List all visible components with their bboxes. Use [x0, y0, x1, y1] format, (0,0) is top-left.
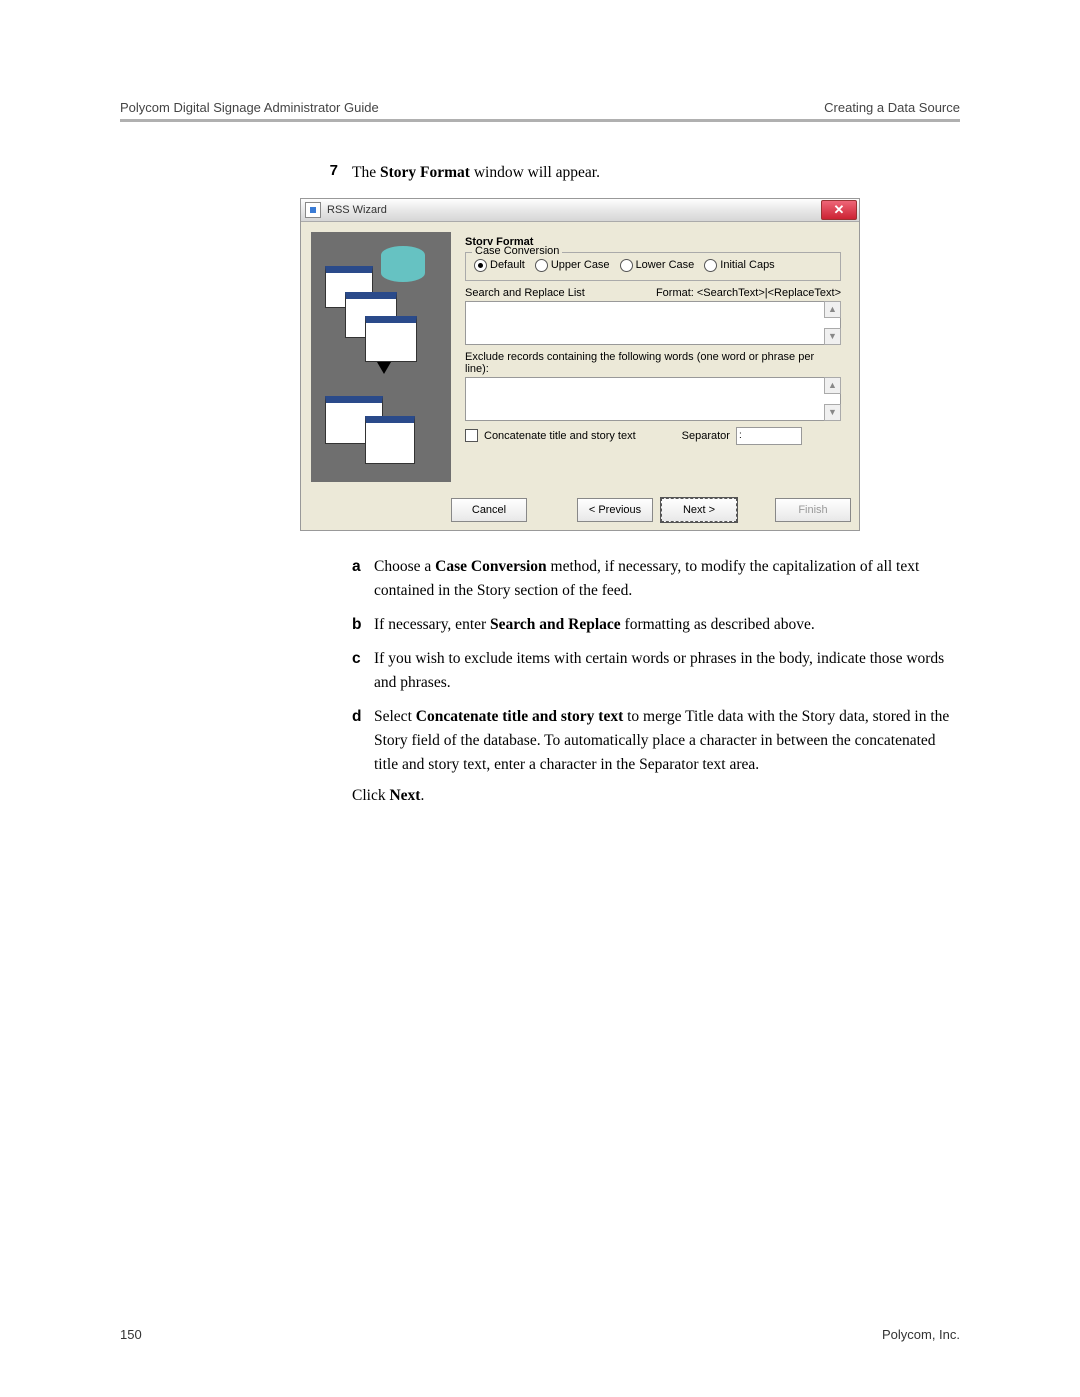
page-number: 150: [120, 1327, 142, 1342]
next-button[interactable]: Next >: [661, 498, 737, 522]
finish-button[interactable]: Finish: [775, 498, 851, 522]
radio-default[interactable]: Default: [474, 259, 525, 272]
app-icon: [305, 202, 321, 218]
step-text: The Story Format window will appear.: [352, 162, 600, 184]
format-hint: Format: <SearchText>|<ReplaceText>: [656, 287, 841, 299]
search-replace-textarea[interactable]: ▲▼: [465, 301, 841, 345]
sub-b-text: If necessary, enter Search and Replace f…: [374, 613, 960, 637]
scroll-down-icon[interactable]: ▼: [824, 404, 841, 421]
close-icon[interactable]: ✕: [821, 200, 857, 220]
separator-input[interactable]: :: [736, 427, 802, 445]
click-next: Click Next.: [352, 787, 960, 805]
separator-label: Separator: [682, 430, 730, 442]
sub-a-letter: a: [352, 555, 374, 603]
sub-c-letter: c: [352, 647, 374, 695]
radio-lower[interactable]: Lower Case: [620, 259, 695, 272]
doc-title: Polycom Digital Signage Administrator Gu…: [120, 100, 379, 115]
concat-checkbox[interactable]: [465, 429, 478, 442]
sub-d-letter: d: [352, 705, 374, 777]
titlebar: RSS Wizard ✕: [301, 199, 859, 222]
scroll-up-icon[interactable]: ▲: [824, 301, 841, 318]
previous-button[interactable]: < Previous: [577, 498, 653, 522]
wizard-sidebar-graphic: [311, 232, 451, 482]
scroll-down-icon[interactable]: ▼: [824, 328, 841, 345]
concat-label: Concatenate title and story text: [484, 430, 636, 442]
scroll-up-icon[interactable]: ▲: [824, 377, 841, 394]
exclude-textarea[interactable]: ▲▼: [465, 377, 841, 421]
search-replace-label: Search and Replace List: [465, 287, 585, 299]
radio-upper[interactable]: Upper Case: [535, 259, 610, 272]
exclude-label: Exclude records containing the following…: [465, 351, 841, 375]
header-rule: [120, 119, 960, 122]
company: Polycom, Inc.: [882, 1327, 960, 1342]
sub-a-text: Choose a Case Conversion method, if nece…: [374, 555, 960, 603]
screenshot-rss-wizard: RSS Wizard✕ Story Format Case Conversion…: [300, 198, 860, 531]
case-conv-legend: Case Conversion: [472, 245, 562, 257]
sub-b-letter: b: [352, 613, 374, 637]
radio-initial[interactable]: Initial Caps: [704, 259, 774, 272]
sub-d-text: Select Concatenate title and story text …: [374, 705, 960, 777]
section-title: Creating a Data Source: [824, 100, 960, 115]
cancel-button[interactable]: Cancel: [451, 498, 527, 522]
window-title: RSS Wizard: [327, 204, 387, 216]
sub-c-text: If you wish to exclude items with certai…: [374, 647, 960, 695]
step-number: 7: [310, 162, 338, 184]
